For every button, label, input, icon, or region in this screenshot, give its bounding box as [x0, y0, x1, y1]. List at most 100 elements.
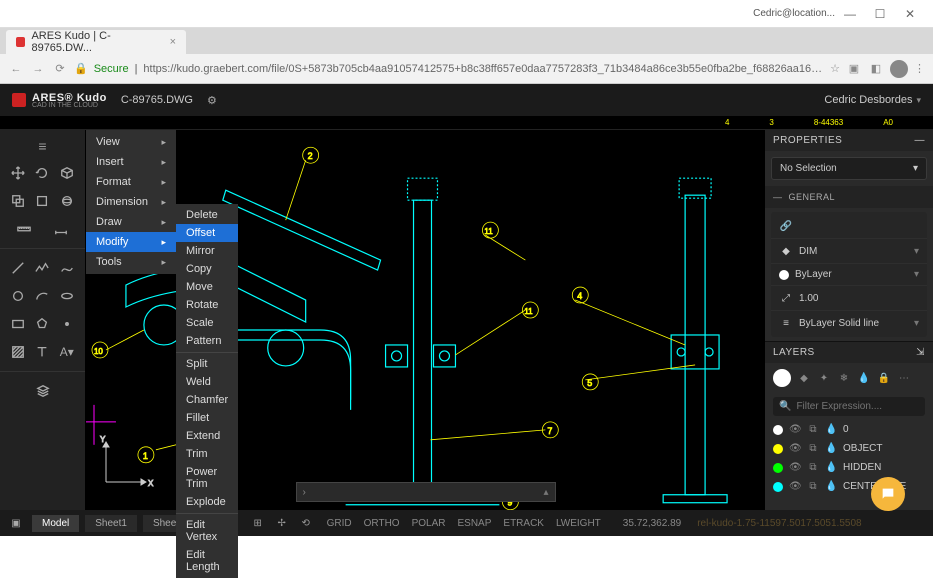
move-tool-icon[interactable]: [8, 163, 28, 183]
submenu-item-copy[interactable]: Copy: [176, 260, 238, 278]
browser-tab[interactable]: ARES Kudo | C-89765.DW... ×: [6, 30, 186, 54]
layer-copy-icon[interactable]: ⧉: [807, 443, 819, 454]
layer-filter-input[interactable]: [796, 401, 928, 412]
hatch-tool-icon[interactable]: [8, 342, 28, 362]
property-linetype[interactable]: ≡ ByLayer Solid line ▾: [771, 311, 927, 335]
menu-item-insert[interactable]: Insert▸: [86, 152, 176, 172]
app-logo[interactable]: ARES® Kudo CAD IN THE CLOUD: [12, 92, 107, 109]
help-chat-button[interactable]: [871, 477, 905, 511]
submenu-item-weld[interactable]: Weld: [176, 373, 238, 391]
status-tool3-icon[interactable]: ⟲: [297, 514, 315, 532]
property-scale[interactable]: ⤢ 1.00: [771, 286, 927, 311]
sheet1-tab[interactable]: Sheet1: [85, 515, 137, 532]
submenu-item-fillet[interactable]: Fillet: [176, 409, 238, 427]
submenu-item-extend[interactable]: Extend: [176, 427, 238, 445]
status-toggle-lweight[interactable]: LWEIGHT: [550, 518, 607, 529]
layer-freeze-icon[interactable]: 💧: [825, 462, 837, 473]
general-section-header[interactable]: — GENERAL: [765, 186, 933, 208]
layer-more-icon[interactable]: ⋯: [897, 371, 911, 385]
submenu-item-mirror[interactable]: Mirror: [176, 242, 238, 260]
layer-copy-icon[interactable]: ⧉: [807, 424, 819, 435]
submenu-item-delete[interactable]: Delete: [176, 206, 238, 224]
submenu-item-rotate[interactable]: Rotate: [176, 296, 238, 314]
submenu-item-edit-vertex[interactable]: Edit Vertex: [176, 516, 238, 546]
property-color[interactable]: ByLayer ▾: [771, 264, 927, 286]
submenu-item-pattern[interactable]: Pattern: [176, 332, 238, 350]
window-close[interactable]: ✕: [895, 7, 925, 21]
sphere-tool-icon[interactable]: [57, 191, 77, 211]
menu-item-modify[interactable]: Modify▸: [86, 232, 176, 252]
tab-close-icon[interactable]: ×: [170, 36, 176, 48]
profile-avatar-icon[interactable]: [890, 60, 908, 78]
menu-item-dimension[interactable]: Dimension▸: [86, 192, 176, 212]
window-minimize[interactable]: —: [835, 7, 865, 21]
status-toggle-grid[interactable]: GRID: [321, 518, 358, 529]
layer-visibility-icon[interactable]: 👁: [789, 481, 801, 492]
settings-gear-icon[interactable]: ⚙: [207, 94, 217, 107]
menu-item-format[interactable]: Format▸: [86, 172, 176, 192]
window-maximize[interactable]: ☐: [865, 7, 895, 21]
command-expand-icon[interactable]: ▴: [543, 487, 548, 498]
submenu-item-chamfer[interactable]: Chamfer: [176, 391, 238, 409]
layer-states-icon[interactable]: ◆: [797, 371, 811, 385]
browser-menu-icon[interactable]: ⋮: [914, 62, 925, 75]
layer-copy-icon[interactable]: ⧉: [807, 462, 819, 473]
status-tool1-icon[interactable]: ⊞: [249, 514, 267, 532]
annotate-tool-icon[interactable]: A▾: [57, 342, 77, 362]
hamburger-menu-icon[interactable]: ≡: [0, 134, 85, 158]
ext-icon[interactable]: ◧: [868, 62, 884, 75]
property-link[interactable]: 🔗: [771, 214, 927, 239]
property-layer[interactable]: ◆ DIM ▾: [771, 239, 927, 264]
panel-collapse-icon[interactable]: —: [915, 135, 926, 146]
status-toggle-etrack[interactable]: ETRACK: [497, 518, 550, 529]
nav-forward-icon[interactable]: →: [30, 63, 46, 75]
status-tool2-icon[interactable]: ✢: [273, 514, 291, 532]
layer-row[interactable]: 👁⧉💧CENTERLINE: [765, 477, 933, 496]
status-toggle-ortho[interactable]: ORTHO: [358, 518, 406, 529]
circle-tool-icon[interactable]: [8, 286, 28, 306]
layer-visibility-icon[interactable]: 👁: [789, 424, 801, 435]
status-toggle-esnap[interactable]: ESNAP: [452, 518, 498, 529]
layer-row[interactable]: 👁⧉💧HIDDEN: [765, 458, 933, 477]
submenu-item-scale[interactable]: Scale: [176, 314, 238, 332]
ruler-tool-icon[interactable]: [14, 219, 34, 239]
layer-freeze-icon[interactable]: 💧: [825, 424, 837, 435]
layer-freeze-icon[interactable]: 💧: [825, 443, 837, 454]
layer-drop-icon[interactable]: 💧: [857, 371, 871, 385]
url-field[interactable]: https://kudo.graebert.com/file/0S+5873b7…: [143, 63, 824, 75]
menu-item-tools[interactable]: Tools▸: [86, 252, 176, 272]
current-layer-swatch-icon[interactable]: [773, 369, 791, 387]
selection-dropdown[interactable]: No Selection ▾: [771, 157, 927, 180]
layers-tool-icon[interactable]: [33, 381, 53, 401]
submenu-item-move[interactable]: Move: [176, 278, 238, 296]
status-toggle-polar[interactable]: POLAR: [406, 518, 452, 529]
layer-row[interactable]: 👁⧉💧OBJECT: [765, 439, 933, 458]
layout-icon[interactable]: ▣: [6, 518, 26, 529]
layer-freeze-icon[interactable]: 💧: [825, 481, 837, 492]
layer-row[interactable]: 👁⧉💧0: [765, 420, 933, 439]
submenu-item-power-trim[interactable]: Power Trim: [176, 463, 238, 493]
properties-panel-header[interactable]: PROPERTIES —: [765, 130, 933, 151]
cast-icon[interactable]: ▣: [846, 62, 862, 75]
submenu-item-split[interactable]: Split: [176, 355, 238, 373]
layers-panel-header[interactable]: LAYERS ⇲: [765, 341, 933, 363]
submenu-item-trim[interactable]: Trim: [176, 445, 238, 463]
point-tool-icon[interactable]: [57, 314, 77, 334]
ellipse-tool-icon[interactable]: [57, 286, 77, 306]
user-menu[interactable]: Cedric Desbordes: [824, 94, 921, 106]
layer-freeze-icon[interactable]: ❄: [837, 371, 851, 385]
command-input[interactable]: › ▴: [296, 482, 556, 502]
spline-tool-icon[interactable]: [57, 258, 77, 278]
layer-visibility-icon[interactable]: 👁: [789, 443, 801, 454]
panel-menu-icon[interactable]: ⇲: [916, 347, 925, 358]
submenu-item-offset[interactable]: Offset: [176, 224, 238, 242]
nav-back-icon[interactable]: ←: [8, 63, 24, 75]
menu-item-view[interactable]: View▸: [86, 132, 176, 152]
dimension-tool-icon[interactable]: [51, 219, 71, 239]
layer-lock-icon[interactable]: 🔒: [877, 371, 891, 385]
file-name[interactable]: C-89765.DWG: [121, 94, 193, 106]
model-tab[interactable]: Model: [32, 515, 79, 532]
bookmark-star-icon[interactable]: ☆: [830, 62, 840, 75]
text-tool-icon[interactable]: [32, 342, 52, 362]
layer-new-icon[interactable]: ✦: [817, 371, 831, 385]
